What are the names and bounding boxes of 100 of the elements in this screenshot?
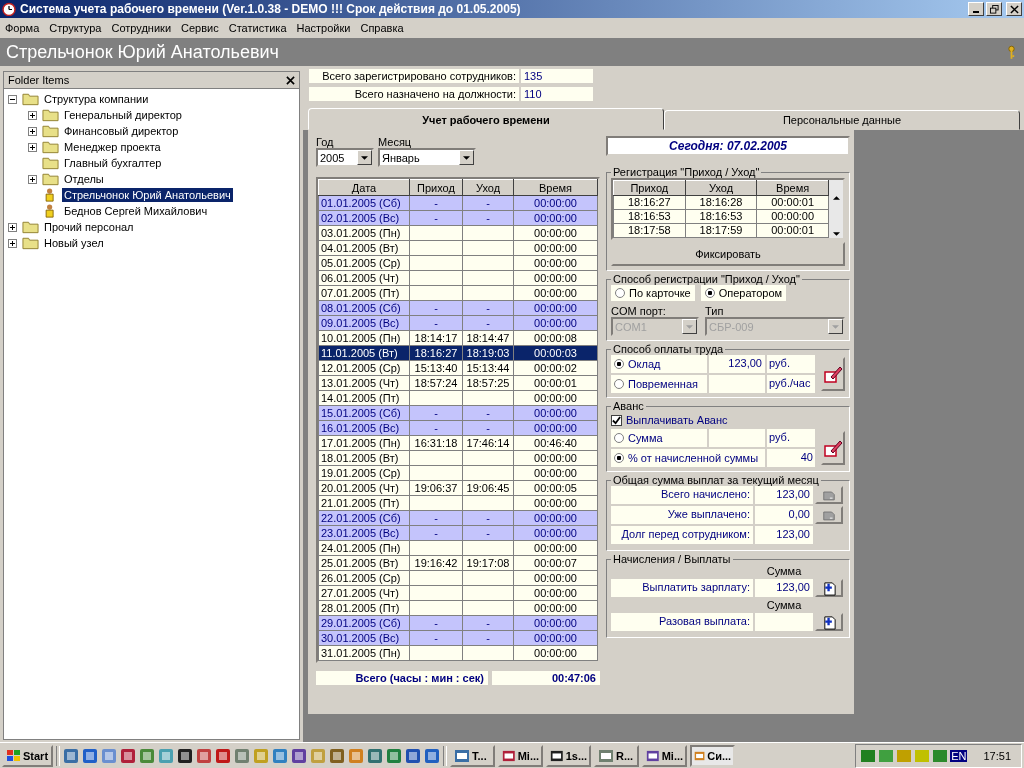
table-cell: 30.01.2005 (Вс) [318,630,410,646]
collapse-icon[interactable] [8,94,17,104]
table-cell: 12.01.2005 (Ср) [318,360,410,376]
tray-icon[interactable] [878,747,895,764]
expand-icon[interactable] [28,110,37,120]
radio-option[interactable]: % от начисленной суммы [611,449,765,467]
radio-option[interactable]: Оператором [700,285,787,301]
radio-option[interactable]: Повременная [611,375,707,393]
table-cell: 00:00:00 [513,240,598,256]
expand-icon[interactable] [8,238,17,248]
checkbox[interactable] [611,414,622,426]
radio-option[interactable]: Сумма [611,429,707,447]
tab[interactable]: Учет рабочего времени [308,108,664,130]
column-header[interactable]: Дата [318,179,410,196]
app-icon[interactable] [405,747,422,764]
language-indicator[interactable]: EN [950,749,968,762]
folder-icon [42,140,59,154]
radio-button[interactable] [614,433,624,443]
menu-item[interactable]: Статистика [223,22,292,34]
scrollbar[interactable] [829,180,843,238]
taskbar-button[interactable]: T... [450,744,496,767]
details-button[interactable] [815,506,843,524]
checkbox-option[interactable]: Выплачивать Аванс [611,414,845,426]
column-header[interactable]: Приход [613,180,686,196]
tree-item[interactable]: Отделы [62,172,106,186]
minimize-icon [973,10,979,13]
tray-icon[interactable] [932,747,949,764]
table-cell: 00:46:40 [513,435,598,451]
amount-field[interactable]: 123,00 [755,579,813,597]
menu-item[interactable]: Справка [355,22,409,34]
tab[interactable]: Персональные данные [664,110,1020,130]
close-icon[interactable] [286,75,295,85]
radio-button[interactable] [614,453,624,463]
radio-button[interactable] [614,359,624,369]
table-cell: 15:13:44 [462,360,514,376]
tray-icon[interactable] [860,747,877,764]
unit-label: руб. [767,355,815,373]
start-button[interactable]: Start [2,744,54,767]
app-icon[interactable] [291,747,308,764]
table-cell [409,495,463,511]
expand-icon[interactable] [8,222,17,232]
menu-item[interactable]: Форма [0,22,45,34]
table-cell: 19:16:42 [409,555,463,571]
tree-item[interactable]: Прочий персонал [42,220,136,234]
column-header[interactable]: Время [513,179,598,196]
table-cell [462,570,514,586]
minimize-button[interactable] [968,2,984,16]
amount-field[interactable] [709,429,765,447]
total-label: Всего (часы : мин : сек) [316,671,488,685]
close-button[interactable] [1006,2,1022,16]
column-header[interactable]: Уход [685,180,757,196]
app-icon[interactable] [177,747,194,764]
radio-option[interactable]: Оклад [611,355,707,373]
radio-option[interactable]: По карточке [611,285,695,301]
tree-item[interactable]: Генеральный директор [62,108,184,122]
fix-button[interactable]: Фиксировать [611,242,845,266]
table-cell: 00:00:00 [513,210,598,226]
radio-button[interactable] [704,288,715,298]
table-cell [462,645,514,661]
menu-item[interactable]: Сервис [176,22,224,34]
amount-field[interactable] [709,375,765,393]
scroll-up-icon[interactable] [832,196,840,200]
tree-item[interactable]: Финансовый директор [62,124,181,138]
tree-item[interactable]: Стрельчонок Юрий Анатольевич [62,188,233,202]
taskbar-button[interactable]: 1s... [546,744,592,767]
add-payment-button[interactable] [815,613,843,631]
scroll-down-icon[interactable] [832,232,840,236]
expand-icon[interactable] [28,142,37,152]
radio-button[interactable] [615,288,625,298]
tree-item[interactable]: Структура компании [42,92,151,106]
radio-button[interactable] [614,379,624,389]
column-header[interactable]: Приход [409,179,463,196]
taskbar-button[interactable]: Си... [690,744,736,767]
column-header[interactable]: Уход [462,179,514,196]
taskbar-button[interactable]: R... [594,744,640,767]
tree-item[interactable]: Беднов Сергей Михайлович [62,204,210,218]
menu-item[interactable]: Структура [44,22,107,34]
taskbar-button[interactable]: Mi... [498,744,544,767]
table-cell: 00:00:01 [513,375,598,391]
taskbar-button[interactable]: Mi... [642,744,688,767]
restore-button[interactable] [986,2,1002,16]
amount-field[interactable]: 123,00 [709,355,765,373]
expand-icon[interactable] [28,174,37,184]
details-button[interactable] [815,486,843,504]
menu-item[interactable]: Сотрудники [106,22,177,34]
column-header[interactable]: Время [756,180,829,196]
tree-item[interactable]: Главный бухгалтер [62,156,164,170]
tree-item[interactable]: Новый узел [42,236,106,250]
expand-icon[interactable] [28,126,37,136]
window-title: Система учета рабочего времени (Ver.1.0.38 - DEMO !!! Срок действия до 01.05.2005) [20,2,521,16]
month-dropdown[interactable]: Январь [378,148,476,167]
total-label: Долг перед сотрудником: [611,526,753,544]
amount-field[interactable] [755,613,813,631]
table-cell: 15.01.2005 (Сб) [318,405,410,421]
group-title: Регистрация "Приход / Уход" [612,166,761,178]
percent-field[interactable]: 40 [767,449,815,467]
year-dropdown[interactable]: 2005 [316,148,374,167]
add-payment-button[interactable] [815,579,843,597]
tree-item[interactable]: Менеджер проекта [62,140,163,154]
menu-item[interactable]: Настройки [291,22,356,34]
